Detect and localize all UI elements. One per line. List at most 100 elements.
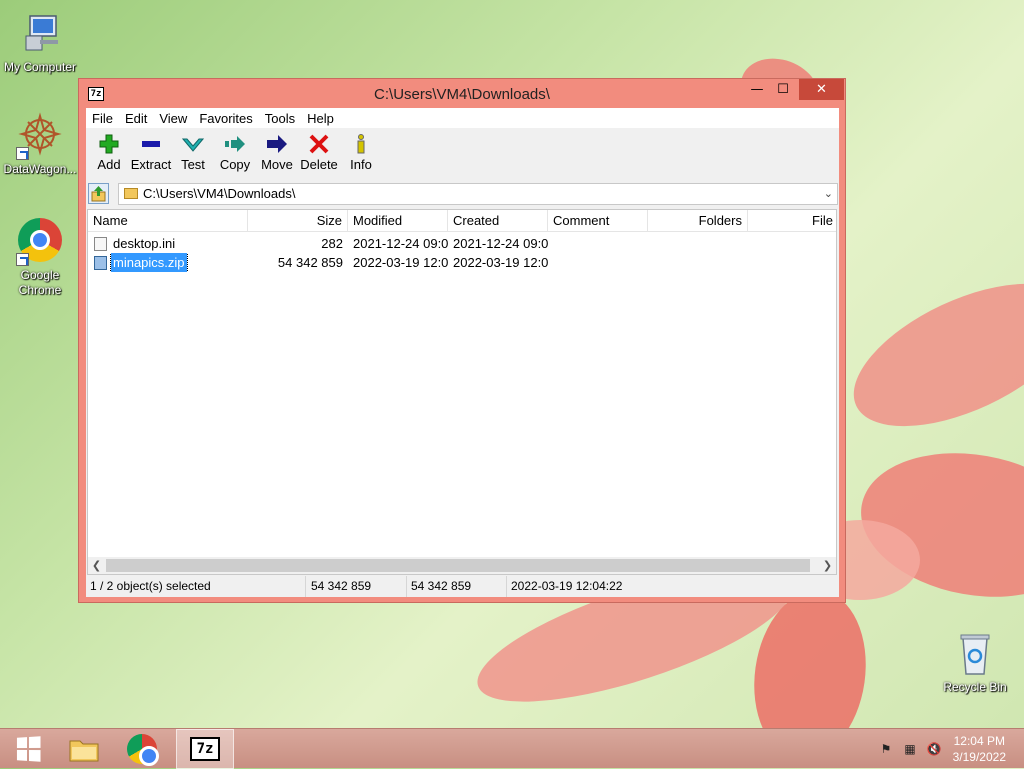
folder-icon bbox=[124, 188, 138, 199]
7zip-window: 7z C:\Users\VM4\Downloads\ — ☐ ✕ File Ed… bbox=[78, 78, 846, 603]
file-size: 54 342 859 bbox=[277, 255, 343, 270]
close-button[interactable]: ✕ bbox=[799, 79, 844, 100]
up-arrow-icon bbox=[91, 186, 106, 202]
table-row[interactable]: desktop.ini 282 2021-12-24 09:09 2021-12… bbox=[88, 234, 836, 253]
window-client-area: File Edit View Favorites Tools Help Add … bbox=[86, 108, 839, 597]
move-icon bbox=[256, 133, 298, 155]
chevron-down-icon[interactable]: ⌄ bbox=[824, 184, 833, 204]
scroll-right-icon[interactable]: ❯ bbox=[819, 557, 836, 574]
desktop-icon-recycle-bin[interactable]: Recycle Bin bbox=[935, 630, 1015, 695]
add-button[interactable]: Add bbox=[88, 129, 130, 180]
status-bar: 1 / 2 object(s) selected 54 342 859 54 3… bbox=[86, 576, 839, 597]
status-date: 2022-03-19 12:04:22 bbox=[511, 579, 623, 593]
menu-view[interactable]: View bbox=[153, 111, 193, 126]
volume-muted-icon[interactable]: 🔇 bbox=[926, 741, 942, 757]
horizontal-scrollbar[interactable]: ❮ ❯ bbox=[88, 557, 836, 574]
scroll-left-icon[interactable]: ❮ bbox=[88, 557, 105, 574]
file-created: 2022-03-19 12:04 bbox=[453, 255, 548, 270]
file-created: 2021-12-24 09:09 bbox=[453, 236, 548, 251]
status-selection: 1 / 2 object(s) selected bbox=[86, 576, 306, 597]
column-header-files[interactable]: File bbox=[748, 210, 836, 232]
menu-favorites[interactable]: Favorites bbox=[193, 111, 258, 126]
extract-button[interactable]: Extract bbox=[130, 129, 172, 180]
info-icon bbox=[340, 133, 382, 155]
toolbar: Add Extract Test Copy Move Delete Info bbox=[86, 129, 839, 180]
column-header-created[interactable]: Created bbox=[448, 210, 548, 232]
desktop-icon-google-chrome[interactable]: Google Chrome bbox=[0, 216, 80, 298]
file-modified: 2021-12-24 09:09 bbox=[353, 236, 448, 251]
column-header-name[interactable]: Name bbox=[88, 210, 248, 232]
clock-date: 3/19/2022 bbox=[952, 750, 1006, 764]
network-icon[interactable]: ▦ bbox=[902, 741, 918, 757]
shortcut-arrow-icon bbox=[16, 253, 29, 266]
shortcut-arrow-icon bbox=[16, 147, 29, 160]
column-header-row: Name Size Modified Created Comment Folde… bbox=[88, 210, 836, 232]
copy-button[interactable]: Copy bbox=[214, 129, 256, 180]
desktop-icon-datawagon[interactable]: DataWagon... bbox=[0, 112, 80, 177]
file-modified: 2022-03-19 12:04 bbox=[353, 255, 448, 270]
desktop-icon-my-computer[interactable]: My Computer bbox=[0, 10, 80, 75]
test-button[interactable]: Test bbox=[172, 129, 214, 180]
desktop-icon-label: Google Chrome bbox=[18, 268, 62, 297]
taskbar-7zip[interactable]: 7z bbox=[176, 729, 234, 769]
extract-label: Extract bbox=[130, 157, 172, 172]
folder-icon bbox=[69, 740, 99, 762]
column-header-folders[interactable]: Folders bbox=[648, 210, 748, 232]
test-label: Test bbox=[181, 157, 205, 172]
add-label: Add bbox=[97, 157, 121, 172]
menu-bar: File Edit View Favorites Tools Help bbox=[86, 108, 839, 128]
7zip-app-icon: 7z bbox=[190, 737, 220, 761]
delete-icon bbox=[298, 133, 340, 155]
windows-logo-icon bbox=[16, 736, 41, 762]
start-button[interactable] bbox=[0, 729, 56, 769]
delete-button[interactable]: Delete bbox=[298, 129, 340, 180]
file-name: minapics.zip bbox=[110, 253, 188, 272]
scrollbar-thumb[interactable] bbox=[106, 559, 810, 572]
computer-icon bbox=[16, 10, 64, 58]
desktop-icon-label: DataWagon... bbox=[3, 162, 77, 176]
table-row[interactable]: minapics.zip 54 342 859 2022-03-19 12:04… bbox=[88, 253, 836, 272]
copy-label: Copy bbox=[219, 157, 251, 172]
status-packed-size: 54 342 859 bbox=[407, 576, 507, 597]
taskbar-chrome[interactable] bbox=[114, 729, 170, 769]
path-text: C:\Users\VM4\Downloads\ bbox=[143, 186, 296, 201]
clock[interactable]: 12:04 PM 3/19/2022 bbox=[953, 733, 1006, 765]
maximize-button[interactable]: ☐ bbox=[770, 79, 796, 100]
chrome-icon bbox=[16, 218, 64, 266]
datawagon-icon bbox=[16, 112, 64, 160]
extract-icon bbox=[130, 133, 172, 155]
file-list[interactable]: Name Size Modified Created Comment Folde… bbox=[87, 209, 837, 575]
system-tray: ⚑ ▦ 🔇 12:04 PM 3/19/2022 bbox=[864, 729, 1024, 769]
menu-help[interactable]: Help bbox=[301, 111, 340, 126]
address-bar: C:\Users\VM4\Downloads\ ⌄ bbox=[86, 181, 839, 207]
window-title: C:\Users\VM4\Downloads\ bbox=[374, 86, 550, 103]
minimize-button[interactable]: — bbox=[744, 79, 770, 100]
status-size: 54 342 859 bbox=[307, 576, 407, 597]
desktop-icon-label: Recycle Bin bbox=[943, 680, 1007, 694]
menu-file[interactable]: File bbox=[86, 111, 119, 126]
add-icon bbox=[88, 133, 130, 155]
action-center-flag-icon[interactable]: ⚑ bbox=[878, 741, 894, 757]
file-size: 282 bbox=[321, 236, 343, 251]
clock-time: 12:04 PM bbox=[953, 734, 1005, 748]
copy-icon bbox=[214, 133, 256, 155]
desktop-icon-label: My Computer bbox=[3, 60, 77, 74]
move-label: Move bbox=[261, 157, 293, 172]
info-label: Info bbox=[350, 157, 372, 172]
title-bar[interactable]: 7z C:\Users\VM4\Downloads\ — ☐ ✕ bbox=[79, 79, 845, 109]
taskbar: 7z ⚑ ▦ 🔇 12:04 PM 3/19/2022 bbox=[0, 728, 1024, 769]
info-button[interactable]: Info bbox=[340, 129, 382, 180]
menu-edit[interactable]: Edit bbox=[119, 111, 153, 126]
column-header-modified[interactable]: Modified bbox=[348, 210, 448, 232]
recycle-bin-icon bbox=[951, 630, 999, 678]
test-icon bbox=[172, 133, 214, 155]
up-folder-button[interactable] bbox=[88, 183, 109, 204]
taskbar-file-explorer[interactable] bbox=[56, 729, 112, 769]
column-header-comment[interactable]: Comment bbox=[548, 210, 648, 232]
column-header-size[interactable]: Size bbox=[248, 210, 348, 232]
menu-tools[interactable]: Tools bbox=[259, 111, 301, 126]
chrome-icon bbox=[127, 734, 159, 766]
path-input[interactable]: C:\Users\VM4\Downloads\ ⌄ bbox=[118, 183, 838, 205]
move-button[interactable]: Move bbox=[256, 129, 298, 180]
delete-label: Delete bbox=[300, 157, 338, 172]
